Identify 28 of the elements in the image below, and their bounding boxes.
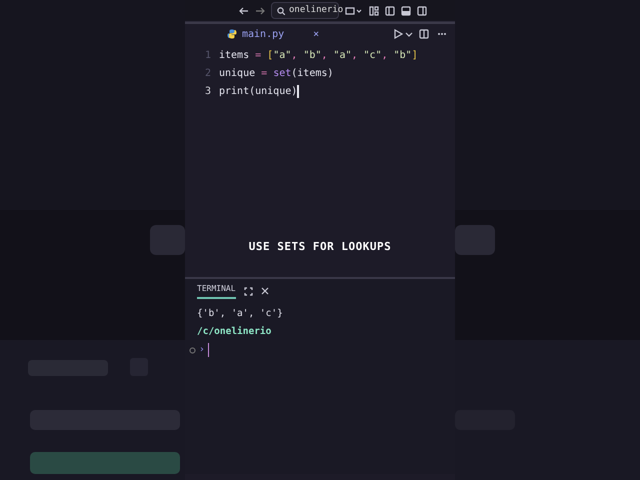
line-number: 2 <box>204 66 212 80</box>
panel-tab[interactable]: TERMINAL <box>197 283 236 299</box>
search-icon <box>277 6 285 14</box>
circle-icon <box>189 346 196 354</box>
code-line: unique = set(items) <box>219 66 334 80</box>
forward-arrow-icon[interactable] <box>255 6 265 16</box>
sidebar-icon[interactable] <box>385 6 395 16</box>
line-number: 1 <box>204 48 212 62</box>
sidebar-icon[interactable] <box>417 6 427 16</box>
split-editor-icon[interactable] <box>419 29 429 39</box>
terminal-line: {'b', 'a', 'c'} <box>197 306 283 321</box>
back-arrow-icon[interactable] <box>239 6 249 16</box>
layout-icon[interactable] <box>369 6 379 16</box>
close-icon[interactable] <box>260 287 269 295</box>
editor-tab[interactable]: main.py × <box>185 24 326 44</box>
run-icon[interactable] <box>393 29 403 39</box>
maximize-icon[interactable] <box>244 286 253 296</box>
code-line: print(unique) <box>219 84 298 98</box>
code-line: items = ["a", "b", "a", "c", "b"] <box>219 48 418 62</box>
prompt-symbol: › <box>198 342 205 357</box>
python-icon <box>227 29 237 39</box>
terminal-line: /c/onelinerio <box>197 324 272 339</box>
panel-icon[interactable] <box>401 6 411 16</box>
text-cursor <box>208 343 210 357</box>
close-button[interactable]: × <box>313 26 320 42</box>
text-cursor <box>297 84 299 98</box>
caption-text: USE SETS FOR LOOKUPS <box>248 239 392 255</box>
line-number: 3 <box>204 84 212 98</box>
